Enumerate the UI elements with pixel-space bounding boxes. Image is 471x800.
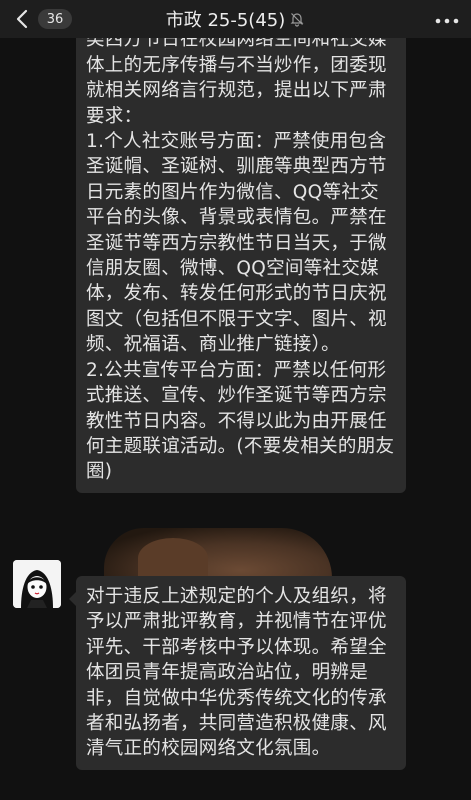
more-dots-icon xyxy=(435,10,459,29)
chat-header: 36 市政 25-5(45) xyxy=(0,0,471,38)
unread-count-badge: 36 xyxy=(38,9,72,29)
message-bubble[interactable]: 对于违反上述规定的个人及组织，将予以严肃批评教育，并视情节在评优评先、干部考核中… xyxy=(69,576,406,770)
avatar[interactable] xyxy=(13,560,61,608)
message-list: 为代现实化，坚定文化自信，在无各类西方节日在校园网络空间和社交媒体上的无序传播与… xyxy=(0,38,471,800)
back-button[interactable]: 36 xyxy=(0,0,72,38)
message-bubble[interactable]: 为代现实化，坚定文化自信，在无各类西方节日在校园网络空间和社交媒体上的无序传播与… xyxy=(76,38,406,493)
bell-muted-icon xyxy=(289,11,305,27)
chat-title: 市政 25-5(45) xyxy=(165,10,286,31)
sticker-figure xyxy=(138,538,208,578)
chevron-left-icon xyxy=(12,8,34,30)
more-button[interactable] xyxy=(435,0,459,38)
